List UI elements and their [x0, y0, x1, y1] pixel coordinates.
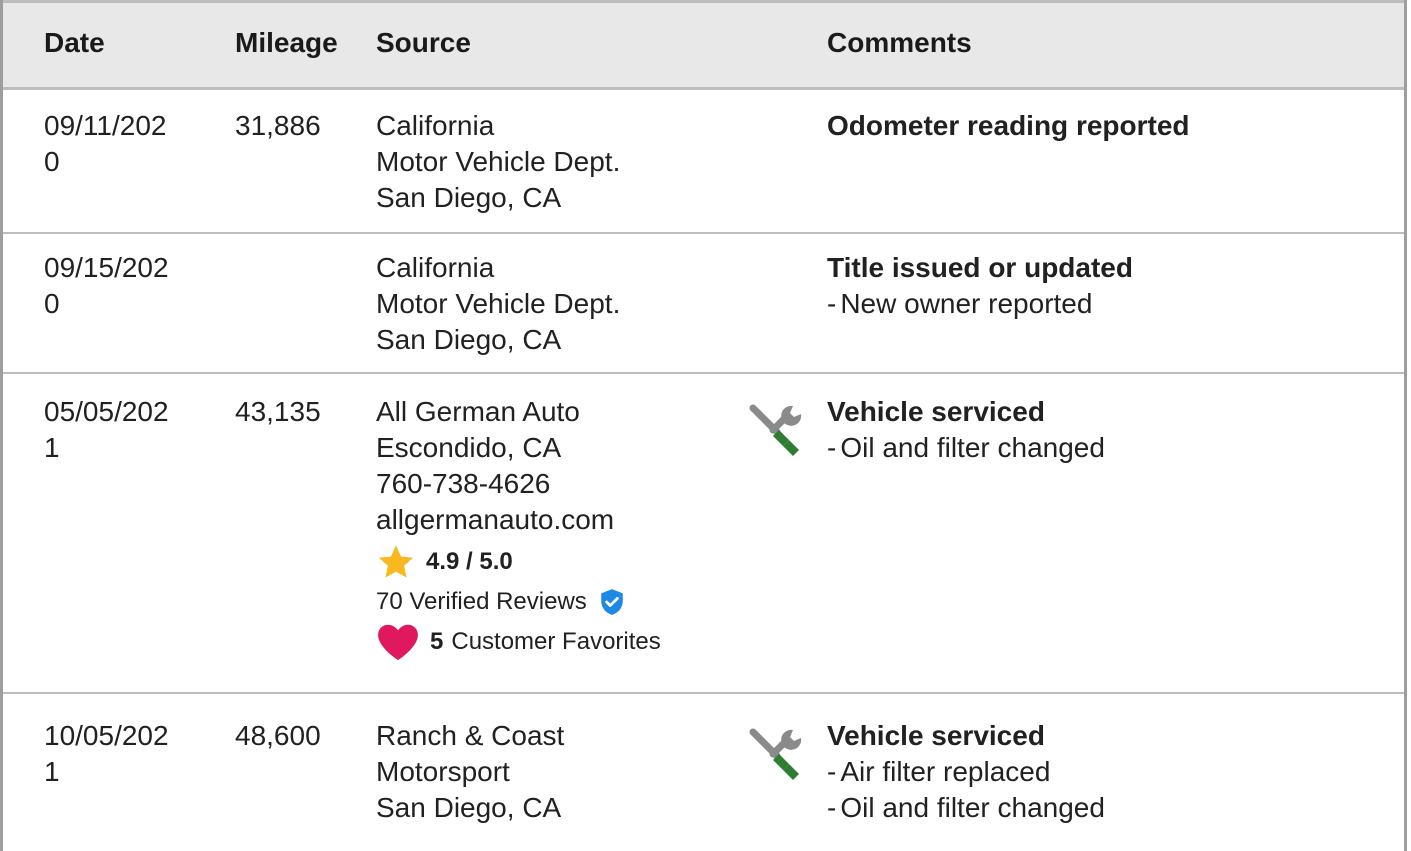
vehicle-history-table: Date Mileage Source Comments 09/11/202 0…	[0, 0, 1407, 851]
comment-detail: - Air filter replaced	[827, 756, 1051, 787]
shop-rating: 4.9 / 5.0	[376, 542, 736, 582]
header-mileage: Mileage	[235, 27, 338, 58]
source-cell: California Motor Vehicle Dept. San Diego…	[376, 252, 621, 355]
date-cell: 05/05/202 1	[44, 396, 169, 463]
comment-title: Odometer reading reported	[827, 110, 1190, 141]
mileage-cell: 48,600	[235, 720, 321, 751]
service-tools-icon	[747, 400, 817, 469]
shop-favorites: 5 Customer Favorites	[376, 622, 736, 662]
source-cell: All German Auto Escondido, CA 760-738-46…	[376, 394, 736, 662]
comments-cell: Odometer reading reported	[827, 108, 1387, 144]
comment-title: Title issued or updated	[827, 252, 1133, 283]
date-cell: 09/11/202 0	[44, 110, 167, 177]
comment-title: Vehicle serviced	[827, 396, 1045, 427]
date-cell: 10/05/202 1	[44, 720, 169, 787]
table-row: 09/15/202 0 California Motor Vehicle Dep…	[3, 234, 1404, 374]
header-source: Source	[376, 27, 471, 58]
shop-reviews[interactable]: 70 Verified Reviews	[376, 582, 736, 622]
header-date: Date	[44, 27, 105, 58]
comment-detail: - Oil and filter changed	[827, 792, 1105, 823]
source-cell: California Motor Vehicle Dept. San Diego…	[376, 110, 621, 213]
table-row: 10/05/202 1 48,600 Ranch & Coast Motorsp…	[3, 694, 1404, 851]
header-comments: Comments	[827, 27, 972, 58]
comment-title: Vehicle serviced	[827, 720, 1045, 751]
date-cell: 09/15/202 0	[44, 252, 169, 319]
mileage-cell: 31,886	[235, 110, 321, 141]
star-icon	[378, 545, 414, 578]
source-cell: Ranch & Coast Motorsport San Diego, CA	[376, 720, 565, 823]
table-row: 05/05/202 1 43,135 All German Auto Escon…	[3, 374, 1404, 694]
heart-icon	[378, 624, 418, 661]
comment-detail: - New owner reported	[827, 288, 1093, 319]
comments-cell: Vehicle serviced - Air filter replaced -O…	[827, 718, 1387, 826]
comments-cell: Vehicle serviced - Oil and filter changed	[827, 394, 1387, 466]
service-tools-icon	[747, 724, 817, 793]
verified-shield-icon	[601, 589, 623, 615]
comments-cell: Title issued or updated - New owner repor…	[827, 250, 1387, 322]
table-row: 09/11/202 0 31,886 California Motor Vehi…	[3, 90, 1404, 234]
comment-detail: - Oil and filter changed	[827, 432, 1105, 463]
table-header: Date Mileage Source Comments	[3, 0, 1404, 90]
mileage-cell: 43,135	[235, 396, 321, 427]
